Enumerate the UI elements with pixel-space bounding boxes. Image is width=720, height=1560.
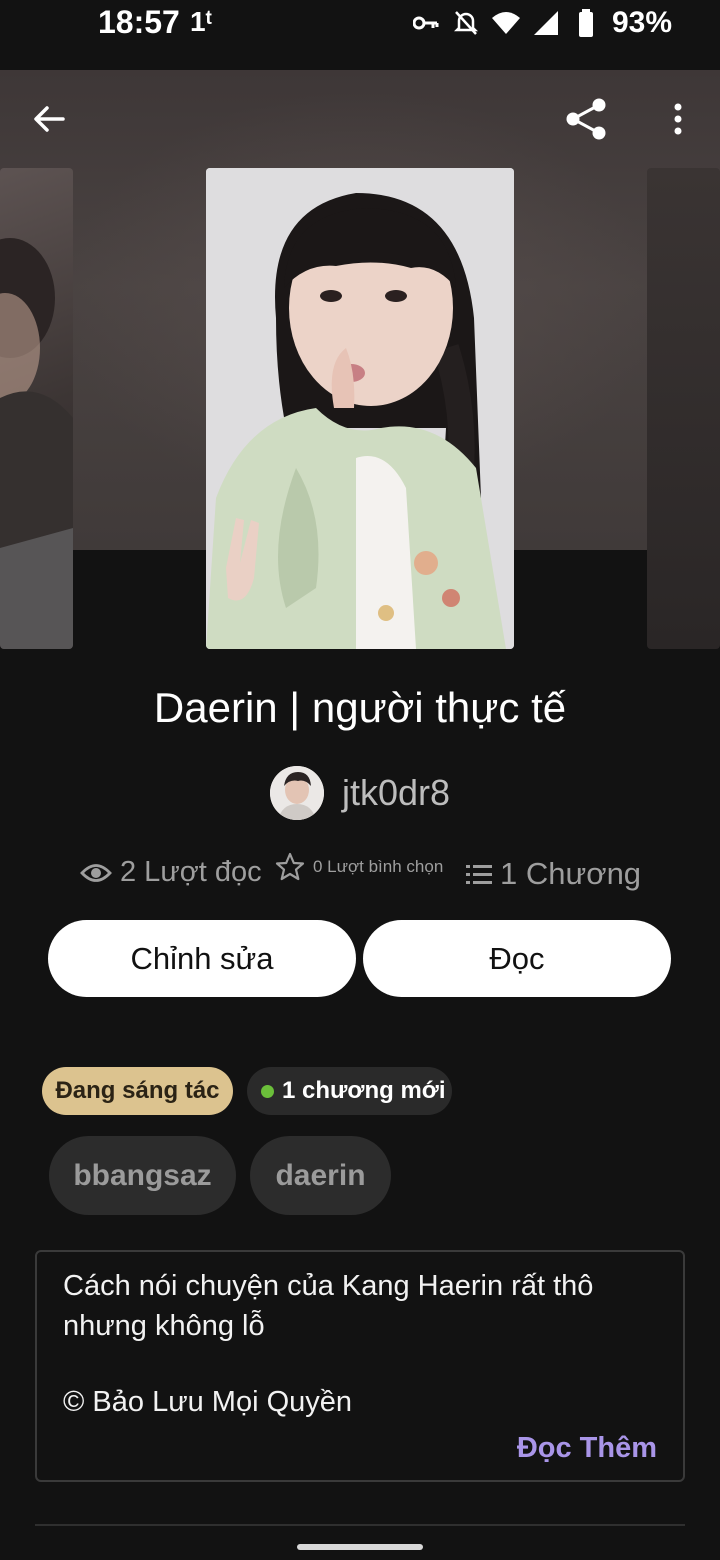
share-button[interactable] [558, 91, 614, 147]
more-vertical-icon [674, 103, 682, 135]
copyright-text: © Bảo Lưu Mọi Quyền [63, 1386, 353, 1418]
home-indicator[interactable] [297, 1544, 423, 1550]
battery-icon [572, 9, 600, 37]
story-title: Daerin | người thực tế [153, 684, 567, 731]
votes-count: 0 Lượt bình chọn [313, 857, 444, 876]
wifi-icon [491, 9, 520, 37]
author-row[interactable]: jtk0dr8 [0, 766, 720, 820]
author-name[interactable]: jtk0dr8 [342, 772, 450, 814]
read-button[interactable]: Đọc [363, 920, 671, 997]
story-details-screen: 18:57 1ᵗ 93% Daerin | người thực tế jtk0… [0, 0, 720, 1560]
votes-stat: 0 Lượt bình chọn [275, 852, 443, 882]
list-icon [466, 865, 492, 884]
status-extra: 1ᵗ [190, 6, 212, 37]
story-cover-image[interactable] [206, 168, 514, 649]
eye-icon [80, 863, 112, 882]
tag-chip[interactable]: bbangsaz [49, 1136, 236, 1215]
previous-story-cover[interactable] [0, 168, 73, 649]
read-more-link[interactable]: Đọc Thêm [517, 1432, 657, 1465]
edit-button[interactable]: Chỉnh sửa [48, 920, 356, 997]
story-stats: 2 Lượt đọc 0 Lượt bình chọn 1 Chương [0, 852, 720, 896]
new-dot-icon [261, 1084, 274, 1098]
battery-percent: 93% [611, 6, 672, 39]
new-chapters-label: 1 chương mới [282, 1077, 446, 1104]
parts-count: 1 Chương [500, 856, 642, 891]
star-icon [275, 852, 305, 881]
arrow-left-icon [34, 106, 65, 132]
reads-count: 2 Lượt đọc [120, 856, 262, 888]
tag-chip[interactable]: daerin [250, 1136, 391, 1215]
reads-stat: 2 Lượt đọc [80, 856, 262, 889]
bell-off-icon [452, 9, 480, 37]
signal-icon [532, 9, 560, 37]
key-icon [412, 9, 440, 37]
status-bar: 18:57 1ᵗ 93% [0, 0, 720, 70]
status-time: 18:57 [98, 4, 180, 40]
status-icons: 93% [412, 6, 672, 40]
description-text: Cách nói chuyện của Kang Haerin rất thô … [63, 1270, 594, 1342]
divider [35, 1524, 685, 1526]
share-icon [566, 98, 606, 140]
more-options-button[interactable] [650, 91, 706, 147]
parts-stat: 1 Chương [466, 856, 641, 892]
status-badge: Đang sáng tác [42, 1067, 233, 1115]
back-button[interactable] [21, 91, 77, 147]
author-avatar[interactable] [269, 766, 324, 820]
new-chapters-badge: 1 chương mới [247, 1067, 452, 1115]
description-box: Cách nói chuyện của Kang Haerin rất thô … [35, 1250, 685, 1482]
next-story-cover[interactable] [647, 168, 720, 649]
